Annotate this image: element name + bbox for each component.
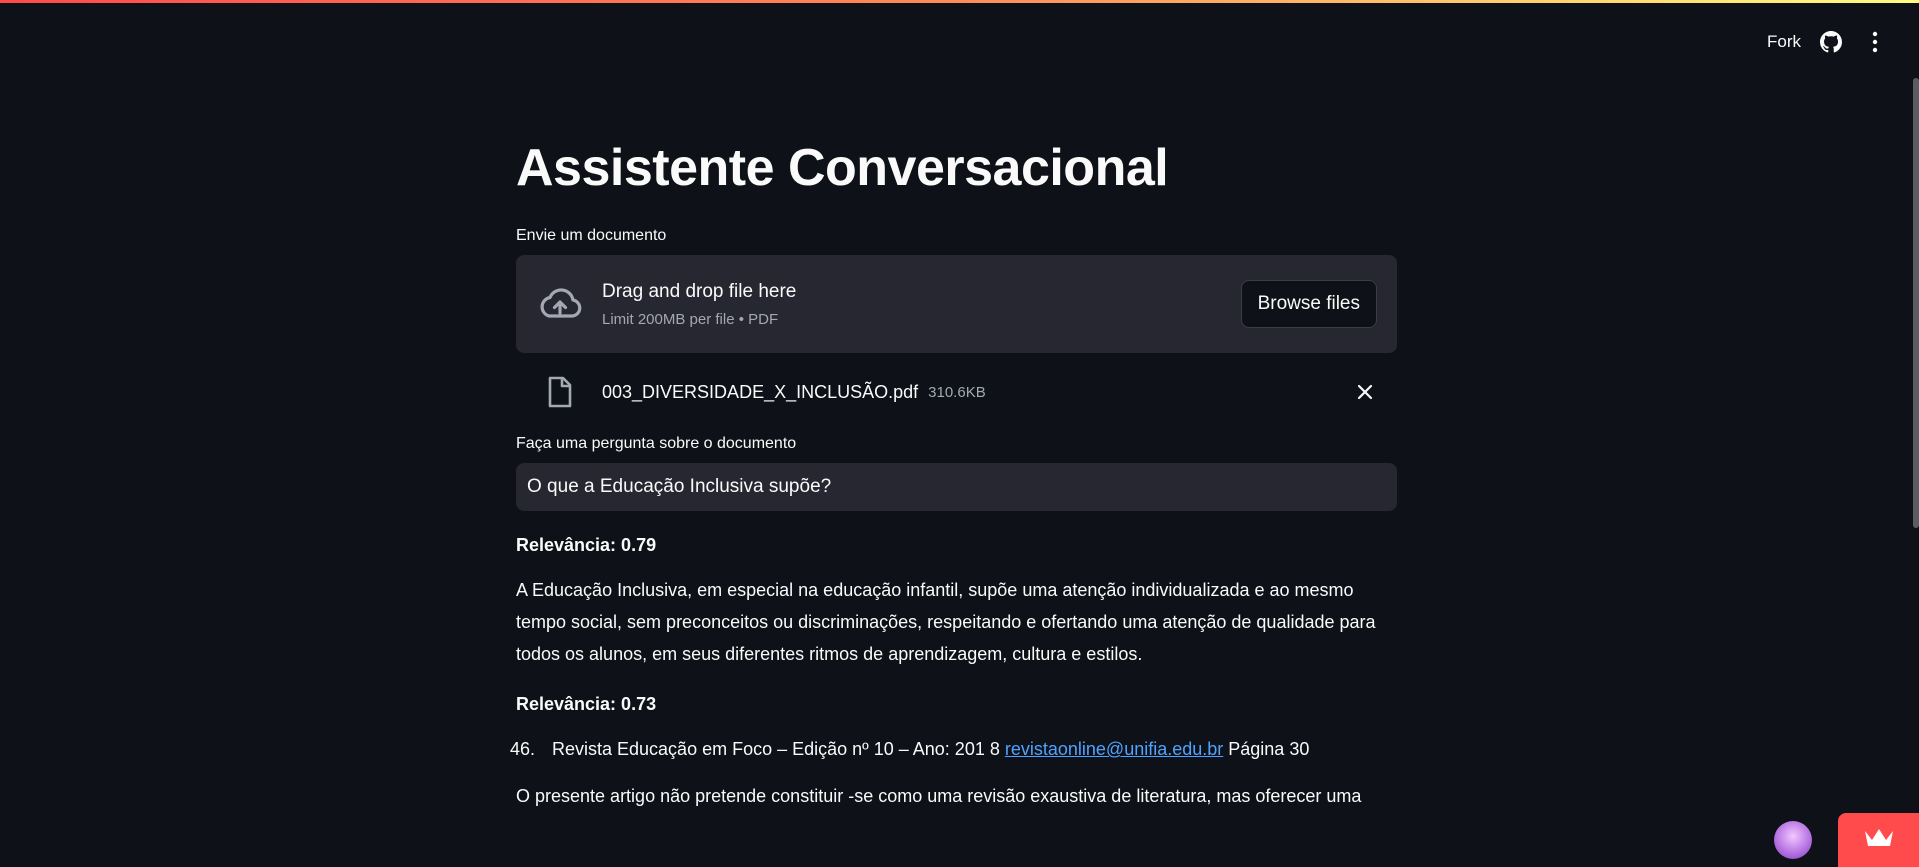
- list-text-before: Revista Educação em Foco – Edição nº 10 …: [552, 739, 1005, 760]
- question-input[interactable]: [516, 463, 1397, 512]
- file-size: 310.6KB: [928, 383, 986, 401]
- dropzone-limit: Limit 200MB per file • PDF: [602, 310, 779, 328]
- dropzone-title: Drag and drop file here: [602, 280, 797, 302]
- upload-label: Envie um documento: [516, 227, 667, 245]
- cloud-upload-icon: [536, 280, 584, 328]
- file-name: 003_DIVERSIDADE_X_INCLUSÃO.pdf: [602, 381, 919, 402]
- result-text: A Educação Inclusiva, em especial na edu…: [516, 580, 1376, 665]
- browse-files-button[interactable]: Browse files: [1240, 280, 1377, 329]
- relevance-score: Relevância: 0.73: [516, 694, 657, 715]
- fork-button[interactable]: Fork: [1767, 32, 1801, 52]
- page-title: Assistente Conversacional: [516, 139, 1169, 197]
- main-content: Assistente Conversacional Envie um docum…: [510, 139, 1397, 812]
- list-text: Revista Educação em Foco – Edição nº 10 …: [552, 739, 1309, 760]
- question-label: Faça uma pergunta sobre o documento: [516, 435, 797, 453]
- list-text-after: Página 30: [1223, 739, 1310, 760]
- dropzone-texts: Drag and drop file here Limit 200MB per …: [602, 281, 1241, 328]
- relevance-score: Relevância: 0.79: [516, 535, 657, 556]
- streamlit-badge[interactable]: [1838, 813, 1919, 867]
- document-icon: [536, 376, 584, 408]
- more-options-icon[interactable]: [1861, 28, 1889, 56]
- uploaded-file-row: 003_DIVERSIDADE_X_INCLUSÃO.pdf 310.6KB: [516, 353, 1397, 431]
- email-link[interactable]: revistaonline@unifia.edu.br: [1005, 739, 1223, 759]
- github-icon[interactable]: [1817, 28, 1845, 56]
- top-decoration-bar: [0, 0, 1919, 3]
- app-toolbar: Fork: [1767, 28, 1889, 56]
- page-scrollbar[interactable]: [1913, 78, 1919, 528]
- close-icon[interactable]: [1353, 380, 1377, 404]
- file-dropzone[interactable]: Drag and drop file here Limit 200MB per …: [516, 255, 1397, 354]
- list-item: 46. Revista Educação em Foco – Edição nº…: [510, 739, 1397, 760]
- result-text: O presente artigo não pretende constitui…: [516, 786, 1362, 807]
- crown-icon: [1863, 827, 1895, 854]
- avatar[interactable]: [1774, 821, 1812, 859]
- list-number: 46.: [510, 739, 536, 760]
